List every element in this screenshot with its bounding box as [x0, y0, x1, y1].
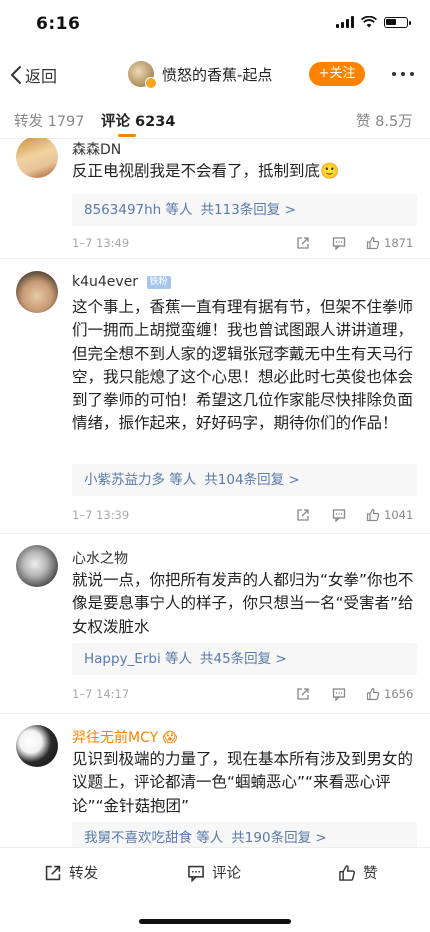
comment-icon [332, 688, 346, 701]
reply-comment-button[interactable] [332, 687, 346, 701]
comment-icon [332, 237, 346, 250]
commenter-avatar[interactable] [16, 138, 58, 178]
fan-badge: 铁粉 [146, 276, 171, 289]
status-icons [336, 16, 411, 28]
comment-icon [332, 509, 346, 522]
commenter-name[interactable]: 森森DN [72, 139, 121, 159]
wifi-icon [361, 16, 377, 28]
back-button[interactable]: 返回 [10, 63, 57, 87]
like-count: 1041 [384, 508, 414, 522]
more-icon[interactable] [392, 72, 414, 76]
comment-time: 1–7 13:39 [72, 508, 130, 522]
commenter-name[interactable]: 羿往无前MCY 😱 [72, 727, 177, 747]
commenter-name[interactable]: k4u4ever 铁粉 [72, 274, 171, 290]
repost-comment-button[interactable] [296, 236, 310, 250]
comment-meta: 1–7 13:49 1871 [72, 236, 417, 256]
share-icon [297, 509, 309, 521]
reply-summary[interactable]: 8563497hh 等人 共113条回复 > [72, 194, 417, 226]
like-label: 赞 [363, 866, 378, 882]
nav-bar: 返回 愤怒的香蕉-起点 +关注 [0, 50, 430, 100]
status-bar: 6:16 [0, 0, 430, 50]
thumbs-up-icon [339, 864, 355, 881]
reply-count: 共45条回复 > [200, 651, 287, 667]
bottom-action-bar: 转发 评论 赞 [0, 847, 430, 932]
repost-comment-button[interactable] [296, 508, 310, 522]
reply-summary[interactable]: 我舅不喜欢吃甜食 等人 共190条回复 > [72, 822, 417, 847]
reply-users: 8563497hh 等人 [84, 202, 193, 218]
comment-meta: 1–7 13:39 1041 [72, 508, 417, 528]
comment-item: 心水之物 就说一点，你把所有发声的人都归为“女拳”你也不像是要息事宁人的样子，你… [0, 533, 430, 714]
active-tab-indicator [118, 134, 136, 137]
user-avatar [128, 61, 157, 89]
like-button[interactable]: 赞 [338, 862, 378, 883]
comment-text: 见识到极端的力量了，现在基本所有涉及到男女的议题上，评论都清一色“蝈蝻恶心”“来… [72, 750, 414, 815]
nav-user[interactable]: 愤怒的香蕉-起点 [128, 61, 273, 89]
commenter-name[interactable]: 心水之物 [72, 548, 128, 568]
share-icon [297, 688, 309, 700]
comment-item: k4u4ever 铁粉 这个事上，香蕉一直有理有据有节，但架不住拳师们一拥而上胡… [0, 258, 430, 534]
commenter-avatar[interactable] [16, 725, 58, 767]
like-count: 1871 [384, 236, 414, 250]
commenter-name-text: 羿往无前MCY [72, 730, 159, 746]
thumbs-up-icon [366, 508, 380, 522]
reply-comment-button[interactable] [332, 508, 346, 522]
repost-comment-button[interactable] [296, 687, 310, 701]
cellular-signal-icon [336, 16, 354, 28]
thumbs-up-icon [366, 236, 380, 250]
comment-label: 评论 [212, 866, 241, 882]
like-comment-button[interactable]: 1041 [366, 508, 413, 522]
name-emoji: 😱 [162, 730, 178, 746]
battery-icon [384, 16, 411, 28]
reply-users: 小紫苏益力多 等人 [84, 472, 197, 488]
comment-text: 就说一点，你把所有发声的人都归为“女拳”你也不像是要息事宁人的样子，你只想当一名… [72, 571, 414, 636]
commenter-name-text: k4u4ever [72, 274, 139, 290]
follow-button[interactable]: +关注 [309, 62, 365, 86]
reply-count: 共190条回复 > [231, 830, 327, 846]
like-comment-button[interactable]: 1656 [366, 687, 413, 701]
comment-text: 这个事上，香蕉一直有理有据有节，但架不住拳师们一拥而上胡搅蛮缠！我也曾试图跟人讲… [72, 298, 414, 433]
comment-time: 1–7 13:49 [72, 236, 130, 250]
thumbs-up-icon [366, 687, 380, 701]
like-comment-button[interactable]: 1871 [366, 236, 413, 250]
like-count: 1656 [384, 687, 414, 701]
commenter-avatar[interactable] [16, 545, 58, 587]
reply-summary[interactable]: 小紫苏益力多 等人 共104条回复 > [72, 464, 417, 496]
reply-count: 共104条回复 > [204, 472, 300, 488]
home-indicator[interactable] [139, 919, 291, 924]
share-icon [297, 237, 309, 249]
reply-users: 我舅不喜欢吃甜食 等人 [84, 830, 224, 846]
comment-list[interactable]: 森森DN 反正电视剧我是不会看了，抵制到底🙂 8563497hh 等人 共113条… [0, 138, 430, 847]
tab-comments[interactable]: 评论 6234 [101, 110, 175, 131]
comment-item: 羿往无前MCY 😱 见识到极端的力量了，现在基本所有涉及到男女的议题上，评论都清… [0, 713, 430, 847]
reply-comment-button[interactable] [332, 236, 346, 250]
back-label: 返回 [25, 67, 58, 86]
status-time: 6:16 [36, 14, 81, 34]
tab-reposts[interactable]: 转发 1797 [14, 110, 85, 131]
chevron-left-icon [11, 66, 21, 84]
repost-button[interactable]: 转发 [44, 862, 98, 883]
reply-count: 共113条回复 > [200, 202, 296, 218]
tab-bar: 转发 1797 评论 6234 赞 8.5万 [0, 100, 430, 139]
reply-users: Happy_Erbi 等人 [84, 651, 192, 667]
repost-label: 转发 [69, 866, 98, 882]
comment-button[interactable]: 评论 [187, 862, 241, 883]
share-icon [45, 865, 61, 880]
comment-meta: 1–7 14:17 1656 [72, 687, 417, 707]
comment-time: 1–7 14:17 [72, 687, 130, 701]
comment-item: 森森DN 反正电视剧我是不会看了，抵制到底🙂 8563497hh 等人 共113条… [0, 138, 430, 259]
commenter-avatar[interactable] [16, 271, 58, 313]
reply-summary[interactable]: Happy_Erbi 等人 共45条回复 > [72, 643, 417, 675]
comment-icon [188, 865, 204, 882]
battery-level [386, 18, 396, 25]
tab-likes[interactable]: 赞 8.5万 [356, 110, 413, 131]
verified-badge-icon [145, 77, 157, 89]
comment-text: 反正电视剧我是不会看了，抵制到底🙂 [72, 162, 340, 180]
nav-title: 愤怒的香蕉-起点 [162, 65, 273, 84]
